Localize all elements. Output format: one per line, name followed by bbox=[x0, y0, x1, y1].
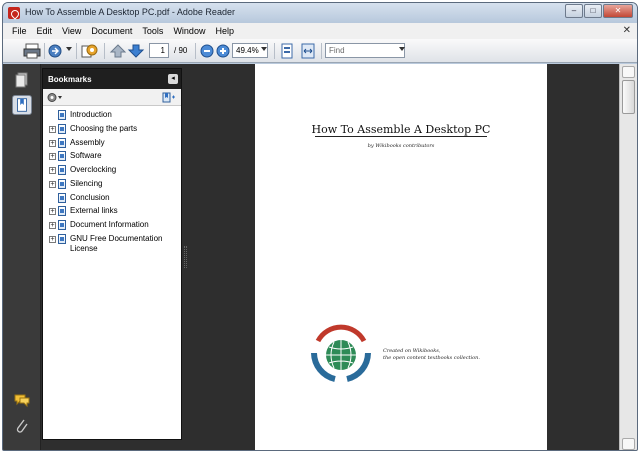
bookmarks-panel-title: Bookmarks bbox=[48, 75, 92, 84]
bookmark-icon bbox=[58, 179, 66, 189]
bookmark-choosing-the-parts[interactable]: + Choosing the parts bbox=[43, 124, 181, 136]
expand-icon[interactable]: + bbox=[49, 126, 56, 133]
close-button[interactable]: ✕ bbox=[603, 4, 633, 18]
expand-icon[interactable]: + bbox=[49, 153, 56, 160]
expand-icon[interactable]: + bbox=[49, 181, 56, 188]
footer-line-1: Created on Wikibooks, bbox=[383, 348, 441, 354]
new-bookmark-icon[interactable] bbox=[162, 92, 176, 103]
fit-width-icon[interactable] bbox=[299, 43, 317, 59]
bookmark-label: Conclusion bbox=[70, 193, 110, 202]
wikibooks-logo-icon bbox=[311, 324, 371, 382]
bookmark-icon bbox=[58, 193, 66, 203]
bookmark-icon bbox=[58, 206, 66, 216]
bookmark-silencing[interactable]: + Silencing bbox=[43, 179, 181, 191]
previous-page-icon[interactable] bbox=[109, 43, 127, 59]
bookmark-icon bbox=[58, 151, 66, 161]
toolbar: 1 / 90 49.4% Find bbox=[3, 39, 637, 63]
bookmark-icon bbox=[58, 220, 66, 230]
menu-file[interactable]: File bbox=[7, 26, 32, 36]
next-page-icon[interactable] bbox=[127, 43, 145, 59]
menu-edit[interactable]: Edit bbox=[32, 26, 58, 36]
menu-window[interactable]: Window bbox=[168, 26, 210, 36]
minimize-button[interactable]: – bbox=[565, 4, 583, 18]
print-icon[interactable] bbox=[23, 43, 41, 59]
bookmark-gnu-free-documentation-license[interactable]: + GNU Free Documentation License bbox=[43, 234, 181, 256]
bookmark-label: GNU Free Documentation bbox=[70, 234, 163, 243]
menu-view[interactable]: View bbox=[57, 26, 86, 36]
collapse-panel-icon[interactable]: ◂ bbox=[168, 74, 178, 84]
document-author: by Wikibooks contributors bbox=[367, 143, 435, 149]
bookmark-assembly[interactable]: + Assembly bbox=[43, 138, 181, 150]
title-underline bbox=[315, 136, 487, 137]
menu-bar: File Edit View Document Tools Window Hel… bbox=[3, 23, 637, 39]
attachments-icon[interactable] bbox=[12, 416, 32, 436]
pages-panel-icon[interactable] bbox=[12, 70, 32, 90]
bookmark-external-links[interactable]: + External links bbox=[43, 206, 181, 218]
collaborate-icon[interactable] bbox=[80, 43, 98, 59]
find-input[interactable]: Find bbox=[325, 43, 405, 58]
footer-line-2: the open content textbooks collection. bbox=[383, 355, 480, 361]
pdf-page: How To Assemble A Desktop PC by Wikibook… bbox=[255, 64, 547, 450]
page-total-label: / 90 bbox=[174, 46, 188, 55]
bookmark-icon bbox=[58, 138, 66, 148]
bookmarks-panel-icon[interactable] bbox=[12, 95, 32, 115]
expand-icon[interactable]: + bbox=[49, 208, 56, 215]
scroll-thumb[interactable] bbox=[622, 80, 635, 114]
bookmark-label-continuation: License bbox=[70, 244, 98, 253]
bookmark-conclusion[interactable]: Conclusion bbox=[43, 193, 181, 205]
options-gear-icon[interactable] bbox=[47, 92, 63, 103]
window-title: How To Assemble A Desktop PC.pdf - Adobe… bbox=[25, 7, 235, 17]
bookmark-label: External links bbox=[70, 206, 118, 215]
bookmarks-panel: Bookmarks ◂ Introduction + Choosing the … bbox=[42, 68, 182, 440]
page-number-input[interactable]: 1 bbox=[149, 43, 169, 58]
bookmark-icon bbox=[58, 110, 66, 120]
adobe-reader-icon bbox=[8, 7, 20, 19]
menu-help[interactable]: Help bbox=[210, 26, 239, 36]
menu-document[interactable]: Document bbox=[86, 26, 137, 36]
navigation-rail bbox=[3, 64, 41, 450]
menu-tools[interactable]: Tools bbox=[137, 26, 168, 36]
bookmark-overclocking[interactable]: + Overclocking bbox=[43, 165, 181, 177]
bookmark-icon bbox=[58, 234, 66, 244]
maximize-button[interactable]: □ bbox=[584, 4, 602, 18]
title-bar: How To Assemble A Desktop PC.pdf - Adobe… bbox=[3, 3, 637, 23]
bookmark-introduction[interactable]: Introduction bbox=[43, 110, 181, 122]
bookmark-label: Introduction bbox=[70, 110, 112, 119]
fit-page-icon[interactable] bbox=[278, 43, 296, 59]
share-icon[interactable] bbox=[47, 43, 65, 59]
bookmark-label: Overclocking bbox=[70, 165, 117, 174]
bookmark-icon bbox=[58, 165, 66, 175]
scroll-up-icon[interactable] bbox=[622, 66, 635, 78]
expand-icon[interactable]: + bbox=[49, 222, 56, 229]
vertical-scrollbar[interactable] bbox=[619, 64, 637, 450]
bookmark-label: Silencing bbox=[70, 179, 103, 188]
bookmark-label: Choosing the parts bbox=[70, 124, 138, 133]
panel-splitter[interactable] bbox=[184, 246, 187, 268]
adobe-reader-window: How To Assemble A Desktop PC.pdf - Adobe… bbox=[2, 2, 638, 451]
scroll-down-icon[interactable] bbox=[622, 438, 635, 450]
expand-icon[interactable]: + bbox=[49, 236, 56, 243]
bookmarks-toolbar bbox=[43, 89, 181, 106]
bookmark-software[interactable]: + Software bbox=[43, 151, 181, 163]
bookmark-label: Assembly bbox=[70, 138, 105, 147]
bookmark-label: Software bbox=[70, 151, 102, 160]
bookmark-label: Document Information bbox=[70, 220, 149, 229]
close-document-icon[interactable]: ✕ bbox=[623, 25, 631, 36]
bookmark-icon bbox=[58, 124, 66, 134]
document-footer: Created on Wikibooks, the open content t… bbox=[383, 348, 480, 362]
bookmark-document-information[interactable]: + Document Information bbox=[43, 220, 181, 232]
comments-icon[interactable] bbox=[12, 390, 32, 410]
document-title: How To Assemble A Desktop PC bbox=[311, 123, 491, 136]
zoom-in-icon[interactable] bbox=[214, 43, 232, 59]
document-workspace: Bookmarks ◂ Introduction + Choosing the … bbox=[3, 64, 637, 450]
expand-icon[interactable]: + bbox=[49, 140, 56, 147]
expand-icon[interactable]: + bbox=[49, 167, 56, 174]
